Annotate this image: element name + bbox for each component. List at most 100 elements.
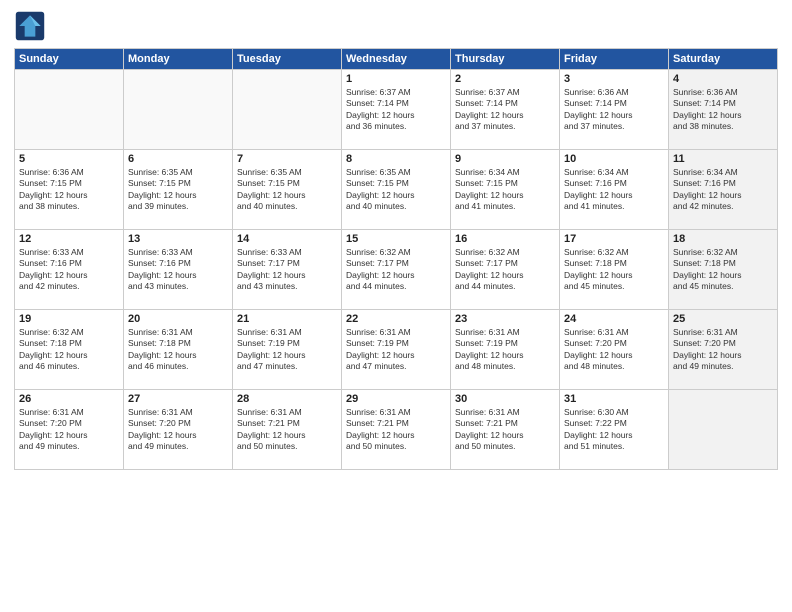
day-cell-11: 11 Sunrise: 6:34 AM Sunset: 7:16 PM Dayli… [669, 150, 778, 230]
cell-text: Sunrise: 6:32 AM Sunset: 7:18 PM Dayligh… [19, 327, 119, 373]
empty-cell [124, 70, 233, 150]
empty-cell [15, 70, 124, 150]
day-header-tuesday: Tuesday [233, 49, 342, 70]
day-cell-1: 1Sunrise: 6:37 AM Sunset: 7:14 PM Daylig… [342, 70, 451, 150]
day-header-friday: Friday [560, 49, 669, 70]
day-cell-7: 7 Sunrise: 6:35 AM Sunset: 7:15 PM Daylig… [233, 150, 342, 230]
day-cell-30: 30 Sunrise: 6:31 AM Sunset: 7:21 PM Dayli… [451, 390, 560, 470]
day-cell-16: 16Sunrise: 6:32 AM Sunset: 7:17 PM Dayli… [451, 230, 560, 310]
day-number: 11 [673, 153, 773, 165]
cell-text: Sunrise: 6:31 AM Sunset: 7:20 PM Dayligh… [128, 407, 228, 453]
cell-text: Sunrise: 6:30 AM Sunset: 7:22 PM Dayligh… [564, 407, 664, 453]
day-header-thursday: Thursday [451, 49, 560, 70]
day-header-wednesday: Wednesday [342, 49, 451, 70]
cell-text: Sunrise: 6:31 AM Sunset: 7:20 PM Dayligh… [564, 327, 664, 373]
day-number: 10 [564, 153, 664, 165]
day-cell-5: 5 Sunrise: 6:36 AM Sunset: 7:15 PM Daylig… [15, 150, 124, 230]
empty-cell [669, 390, 778, 470]
day-number: 25 [673, 313, 773, 325]
day-number: 13 [128, 233, 228, 245]
day-number: 9 [455, 153, 555, 165]
day-number: 31 [564, 393, 664, 405]
cell-text: Sunrise: 6:31 AM Sunset: 7:21 PM Dayligh… [455, 407, 555, 453]
cell-text: Sunrise: 6:37 AM Sunset: 7:14 PM Dayligh… [455, 87, 555, 133]
week-row-3: 12Sunrise: 6:33 AM Sunset: 7:16 PM Dayli… [15, 230, 778, 310]
week-row-2: 5 Sunrise: 6:36 AM Sunset: 7:15 PM Daylig… [15, 150, 778, 230]
cell-text: Sunrise: 6:34 AM Sunset: 7:16 PM Dayligh… [673, 167, 773, 213]
day-header-monday: Monday [124, 49, 233, 70]
day-number: 18 [673, 233, 773, 245]
day-cell-8: 8 Sunrise: 6:35 AM Sunset: 7:15 PM Daylig… [342, 150, 451, 230]
day-cell-3: 3 Sunrise: 6:36 AM Sunset: 7:14 PM Daylig… [560, 70, 669, 150]
day-number: 8 [346, 153, 446, 165]
cell-text: Sunrise: 6:31 AM Sunset: 7:19 PM Dayligh… [346, 327, 446, 373]
day-number: 16 [455, 233, 555, 245]
cell-text: Sunrise: 6:32 AM Sunset: 7:18 PM Dayligh… [673, 247, 773, 293]
day-cell-19: 19Sunrise: 6:32 AM Sunset: 7:18 PM Dayli… [15, 310, 124, 390]
day-header-saturday: Saturday [669, 49, 778, 70]
cell-text: Sunrise: 6:31 AM Sunset: 7:19 PM Dayligh… [237, 327, 337, 373]
cell-text: Sunrise: 6:37 AM Sunset: 7:14 PM Dayligh… [346, 87, 446, 133]
day-number: 3 [564, 73, 664, 85]
day-cell-24: 24 Sunrise: 6:31 AM Sunset: 7:20 PM Dayli… [560, 310, 669, 390]
day-cell-20: 20 Sunrise: 6:31 AM Sunset: 7:18 PM Dayli… [124, 310, 233, 390]
day-cell-2: 2 Sunrise: 6:37 AM Sunset: 7:14 PM Daylig… [451, 70, 560, 150]
day-number: 4 [673, 73, 773, 85]
day-cell-6: 6 Sunrise: 6:35 AM Sunset: 7:15 PM Daylig… [124, 150, 233, 230]
day-number: 30 [455, 393, 555, 405]
day-cell-15: 15Sunrise: 6:32 AM Sunset: 7:17 PM Dayli… [342, 230, 451, 310]
day-number: 17 [564, 233, 664, 245]
cell-text: Sunrise: 6:31 AM Sunset: 7:20 PM Dayligh… [19, 407, 119, 453]
day-cell-26: 26 Sunrise: 6:31 AM Sunset: 7:20 PM Dayli… [15, 390, 124, 470]
day-cell-17: 17 Sunrise: 6:32 AM Sunset: 7:18 PM Dayli… [560, 230, 669, 310]
day-number: 2 [455, 73, 555, 85]
cell-text: Sunrise: 6:31 AM Sunset: 7:20 PM Dayligh… [673, 327, 773, 373]
cell-text: Sunrise: 6:32 AM Sunset: 7:17 PM Dayligh… [346, 247, 446, 293]
logo-icon [14, 10, 46, 42]
day-number: 5 [19, 153, 119, 165]
day-cell-27: 27 Sunrise: 6:31 AM Sunset: 7:20 PM Dayli… [124, 390, 233, 470]
day-cell-13: 13Sunrise: 6:33 AM Sunset: 7:16 PM Dayli… [124, 230, 233, 310]
day-number: 6 [128, 153, 228, 165]
logo [14, 10, 50, 42]
cell-text: Sunrise: 6:36 AM Sunset: 7:15 PM Dayligh… [19, 167, 119, 213]
day-cell-22: 22 Sunrise: 6:31 AM Sunset: 7:19 PM Dayli… [342, 310, 451, 390]
day-cell-4: 4 Sunrise: 6:36 AM Sunset: 7:14 PM Daylig… [669, 70, 778, 150]
day-cell-28: 28 Sunrise: 6:31 AM Sunset: 7:21 PM Dayli… [233, 390, 342, 470]
day-number: 22 [346, 313, 446, 325]
cell-text: Sunrise: 6:33 AM Sunset: 7:16 PM Dayligh… [19, 247, 119, 293]
day-number: 24 [564, 313, 664, 325]
cell-text: Sunrise: 6:36 AM Sunset: 7:14 PM Dayligh… [564, 87, 664, 133]
cell-text: Sunrise: 6:35 AM Sunset: 7:15 PM Dayligh… [237, 167, 337, 213]
day-cell-23: 23Sunrise: 6:31 AM Sunset: 7:19 PM Dayli… [451, 310, 560, 390]
day-cell-18: 18 Sunrise: 6:32 AM Sunset: 7:18 PM Dayli… [669, 230, 778, 310]
cell-text: Sunrise: 6:32 AM Sunset: 7:18 PM Dayligh… [564, 247, 664, 293]
day-number: 23 [455, 313, 555, 325]
day-number: 28 [237, 393, 337, 405]
cell-text: Sunrise: 6:33 AM Sunset: 7:17 PM Dayligh… [237, 247, 337, 293]
day-cell-14: 14 Sunrise: 6:33 AM Sunset: 7:17 PM Dayli… [233, 230, 342, 310]
week-row-4: 19Sunrise: 6:32 AM Sunset: 7:18 PM Dayli… [15, 310, 778, 390]
day-number: 29 [346, 393, 446, 405]
day-number: 14 [237, 233, 337, 245]
day-number: 27 [128, 393, 228, 405]
cell-text: Sunrise: 6:34 AM Sunset: 7:16 PM Dayligh… [564, 167, 664, 213]
page-header [14, 10, 778, 42]
cell-text: Sunrise: 6:31 AM Sunset: 7:18 PM Dayligh… [128, 327, 228, 373]
cell-text: Sunrise: 6:35 AM Sunset: 7:15 PM Dayligh… [346, 167, 446, 213]
calendar-table: SundayMondayTuesdayWednesdayThursdayFrid… [14, 48, 778, 470]
cell-text: Sunrise: 6:34 AM Sunset: 7:15 PM Dayligh… [455, 167, 555, 213]
day-cell-9: 9 Sunrise: 6:34 AM Sunset: 7:15 PM Daylig… [451, 150, 560, 230]
day-cell-10: 10 Sunrise: 6:34 AM Sunset: 7:16 PM Dayli… [560, 150, 669, 230]
day-header-sunday: Sunday [15, 49, 124, 70]
day-number: 7 [237, 153, 337, 165]
day-number: 20 [128, 313, 228, 325]
cell-text: Sunrise: 6:35 AM Sunset: 7:15 PM Dayligh… [128, 167, 228, 213]
day-cell-29: 29 Sunrise: 6:31 AM Sunset: 7:21 PM Dayli… [342, 390, 451, 470]
cell-text: Sunrise: 6:31 AM Sunset: 7:21 PM Dayligh… [237, 407, 337, 453]
cell-text: Sunrise: 6:36 AM Sunset: 7:14 PM Dayligh… [673, 87, 773, 133]
empty-cell [233, 70, 342, 150]
day-number: 21 [237, 313, 337, 325]
day-number: 26 [19, 393, 119, 405]
cell-text: Sunrise: 6:31 AM Sunset: 7:21 PM Dayligh… [346, 407, 446, 453]
